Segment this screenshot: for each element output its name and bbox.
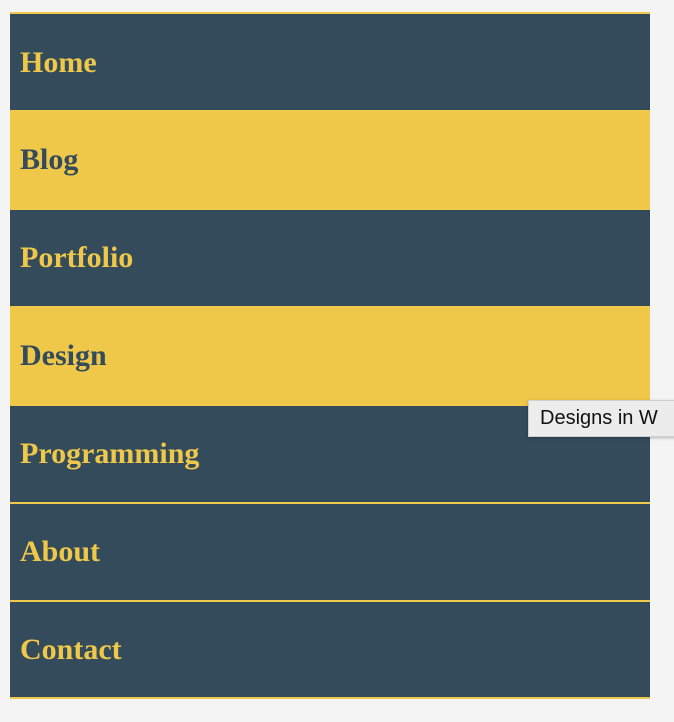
nav-item-label: About <box>20 535 101 568</box>
nav-item-blog[interactable]: Blog <box>10 110 650 210</box>
nav-item-label: Design <box>20 339 107 372</box>
main-nav-menu: Home Blog Portfolio Design Programming A… <box>10 12 650 699</box>
nav-item-about[interactable]: About <box>10 504 650 600</box>
nav-item-home[interactable]: Home <box>10 14 650 112</box>
nav-item-label: Blog <box>20 143 79 176</box>
nav-item-portfolio[interactable]: Portfolio <box>10 210 650 306</box>
nav-item-label: Portfolio <box>20 241 134 274</box>
nav-item-design[interactable]: Design <box>10 306 650 406</box>
link-tooltip: Designs in W <box>528 400 674 437</box>
nav-item-label: Home <box>20 46 97 79</box>
nav-item-contact[interactable]: Contact <box>10 602 650 697</box>
nav-item-label: Contact <box>20 632 122 666</box>
nav-item-label: Programming <box>20 437 200 470</box>
